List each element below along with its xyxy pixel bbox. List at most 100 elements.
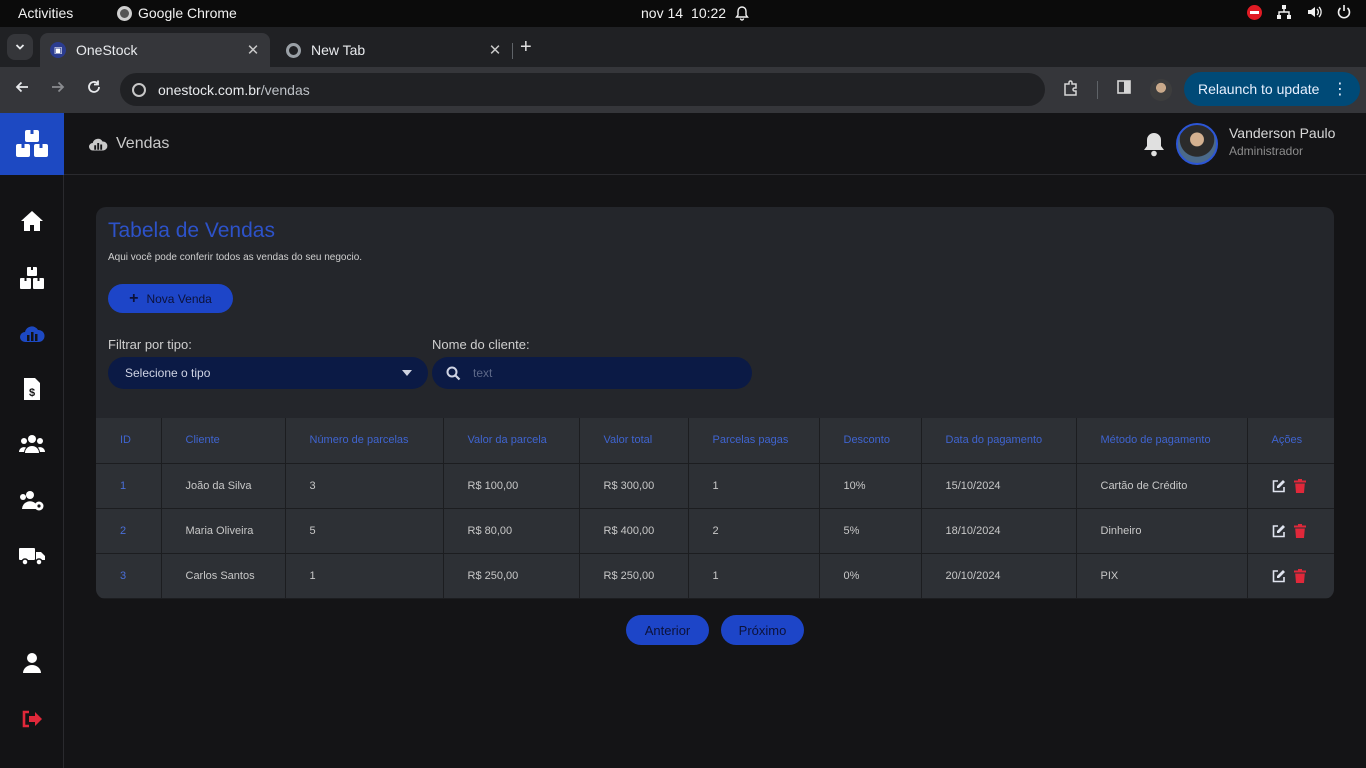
client-search[interactable] <box>432 357 752 389</box>
column-header[interactable]: Valor da parcela <box>443 418 580 464</box>
address-bar[interactable]: onestock.com.br/vendas <box>120 73 1045 106</box>
side-panel-icon[interactable] <box>1116 79 1132 95</box>
new-tab-button[interactable]: + <box>520 36 532 59</box>
url-path: /vendas <box>260 81 310 98</box>
sales-table: ID Cliente Número de parcelas Valor da p… <box>96 418 1334 599</box>
invoice-icon: $ <box>24 378 40 400</box>
user-name: Vanderson Paulo <box>1229 125 1336 141</box>
cell-method: Cartão de Crédito <box>1076 463 1248 509</box>
close-icon[interactable]: ✕ <box>244 41 262 59</box>
tab-title: New Tab <box>311 42 366 58</box>
user-icon <box>23 653 41 673</box>
type-filter-value: Selecione o tipo <box>125 366 211 380</box>
forward-icon[interactable] <box>50 79 66 95</box>
app-logo[interactable] <box>0 113 64 175</box>
page-title: Vendas <box>116 135 170 152</box>
sidebar-item-home[interactable] <box>19 208 45 234</box>
column-header[interactable]: Valor total <box>579 418 689 464</box>
extensions-icon[interactable] <box>1062 79 1080 97</box>
search-icon <box>446 366 461 380</box>
cell-installment-value: R$ 250,00 <box>443 553 580 599</box>
next-page-button[interactable]: Próximo <box>721 615 804 645</box>
tab-search-button[interactable] <box>7 34 33 60</box>
previous-page-button[interactable]: Anterior <box>626 615 709 645</box>
browser-tab-new-tab[interactable]: New Tab ✕ <box>276 33 512 67</box>
cell-client: João da Silva <box>161 463 286 509</box>
sidebar-item-clients[interactable] <box>19 431 45 457</box>
os-top-bar: Activities Google Chrome nov 14 10:22 <box>0 0 1366 27</box>
sidebar-item-logout[interactable] <box>19 706 45 732</box>
tab-divider <box>512 43 513 59</box>
client-search-input[interactable] <box>473 366 713 380</box>
clock-time: 10:22 <box>691 5 727 21</box>
browser-tab-onestock[interactable]: ▣ OneStock ✕ <box>40 33 270 67</box>
relaunch-button[interactable]: Relaunch to update ⋮ <box>1184 72 1360 106</box>
users-gear-icon <box>20 491 44 511</box>
filter-type-label: Filtrar por tipo: <box>108 337 192 352</box>
cell-total: R$ 300,00 <box>579 463 689 509</box>
column-header: Ações <box>1247 418 1334 464</box>
alarm-icon <box>735 6 749 21</box>
column-header[interactable]: ID <box>96 418 162 464</box>
column-header[interactable]: Número de parcelas <box>285 418 444 464</box>
type-filter-select[interactable]: Selecione o tipo <box>108 357 428 389</box>
sidebar-item-invoices[interactable]: $ <box>19 376 45 402</box>
column-header[interactable]: Método de pagamento <box>1076 418 1248 464</box>
onestock-favicon: ▣ <box>50 42 66 58</box>
edit-icon[interactable] <box>1272 479 1286 493</box>
reload-icon[interactable] <box>86 79 102 95</box>
sidebar-item-sales[interactable] <box>19 321 45 347</box>
sidebar-item-user-management[interactable] <box>19 488 45 514</box>
sales-card: Tabela de Vendas Aqui você pode conferir… <box>96 207 1334 599</box>
cell-installments: 1 <box>285 553 444 599</box>
clock[interactable]: nov 14 10:22 <box>641 5 750 21</box>
client-name-label: Nome do cliente: <box>432 337 530 352</box>
notification-bell-icon[interactable] <box>1142 131 1166 157</box>
sidebar-item-products[interactable] <box>19 265 45 291</box>
table-row: 1 João da Silva 3 R$ 100,00 R$ 300,00 1 … <box>96 463 1334 509</box>
trash-icon[interactable] <box>1293 478 1306 493</box>
new-sale-button[interactable]: + Nova Venda <box>108 284 233 313</box>
cell-paid: 1 <box>688 463 820 509</box>
trash-icon[interactable] <box>1293 523 1306 538</box>
boxes-icon <box>20 267 44 289</box>
svg-text:$: $ <box>29 387 35 399</box>
app-container: $ Vendas Vanderson Paulo Administrador T… <box>0 113 1366 768</box>
trash-icon[interactable] <box>1293 568 1306 583</box>
breadcrumb: Vendas <box>88 135 169 153</box>
more-vert-icon[interactable]: ⋮ <box>1332 79 1348 99</box>
column-header[interactable]: Desconto <box>819 418 922 464</box>
sales-chart-icon <box>20 326 45 342</box>
cell-actions <box>1247 463 1334 509</box>
back-icon[interactable] <box>14 79 30 95</box>
cell-client: Maria Oliveira <box>161 508 286 554</box>
site-info-icon[interactable] <box>132 82 146 97</box>
users-icon <box>19 435 45 453</box>
cell-method: Dinheiro <box>1076 508 1248 554</box>
plus-icon: + <box>129 289 139 307</box>
sidebar-item-profile[interactable] <box>19 650 45 676</box>
close-icon[interactable]: ✕ <box>486 41 504 59</box>
system-tray[interactable] <box>1247 4 1352 20</box>
cell-date: 15/10/2024 <box>921 463 1077 509</box>
table-header-row: ID Cliente Número de parcelas Valor da p… <box>96 418 1334 464</box>
cell-method: PIX <box>1076 553 1248 599</box>
edit-icon[interactable] <box>1272 524 1286 538</box>
cell-actions <box>1247 553 1334 599</box>
cell-id: 2 <box>96 508 162 554</box>
cell-client: Carlos Santos <box>161 553 286 599</box>
column-header[interactable]: Data do pagamento <box>921 418 1077 464</box>
volume-icon <box>1308 6 1322 18</box>
app-menu[interactable]: Google Chrome <box>117 5 237 21</box>
sidebar-item-delivery[interactable] <box>19 543 45 569</box>
avatar[interactable] <box>1176 123 1218 165</box>
column-header[interactable]: Parcelas pagas <box>688 418 820 464</box>
clock-date: nov 14 <box>641 5 684 21</box>
cell-installment-value: R$ 100,00 <box>443 463 580 509</box>
activities-button[interactable]: Activities <box>18 5 73 21</box>
cell-date: 18/10/2024 <box>921 508 1077 554</box>
column-header[interactable]: Cliente <box>161 418 286 464</box>
edit-icon[interactable] <box>1272 569 1286 583</box>
cell-id: 1 <box>96 463 162 509</box>
profile-avatar[interactable] <box>1150 79 1172 101</box>
